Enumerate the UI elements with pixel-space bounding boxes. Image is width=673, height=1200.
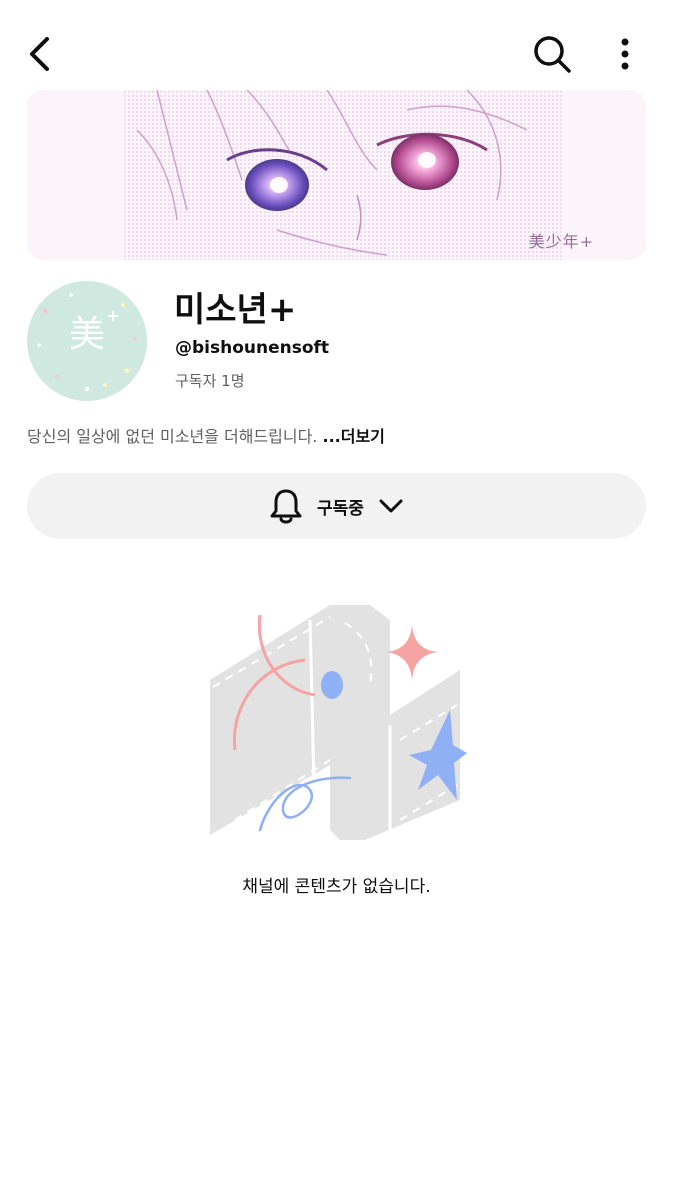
channel-banner: 美少年+ xyxy=(27,90,646,260)
more-vertical-icon xyxy=(621,38,629,70)
chevron-down-icon xyxy=(379,499,403,513)
channel-avatar[interactable]: 美 xyxy=(27,281,147,401)
more-options-button[interactable] xyxy=(603,30,647,78)
search-icon xyxy=(534,36,571,73)
bell-icon xyxy=(270,489,302,524)
description-text: 당신의 일상에 없던 미소년을 더해드립니다. xyxy=(27,427,318,446)
avatar-logo-char: 美 xyxy=(68,314,105,355)
top-app-bar xyxy=(0,0,673,90)
subscriber-count: 구독자 1명 xyxy=(175,372,245,390)
subscribe-button[interactable]: 구독중 xyxy=(27,473,646,539)
banner-logo: 美少年+ xyxy=(528,232,594,251)
empty-state-illustration xyxy=(210,605,467,840)
subscribe-label: 구독중 xyxy=(317,498,364,519)
more-link[interactable]: ...더보기 xyxy=(322,427,384,446)
search-button[interactable] xyxy=(528,30,576,78)
channel-handle: @bishounensoft xyxy=(175,338,330,358)
back-arrow-icon xyxy=(30,37,49,71)
empty-state-message: 채널에 콘텐츠가 없습니다. xyxy=(242,877,431,897)
back-button[interactable] xyxy=(18,30,62,78)
channel-title: 미소년+ xyxy=(174,290,297,330)
channel-description[interactable]: 당신의 일상에 없던 미소년을 더해드립니다. ...더보기 xyxy=(27,423,385,447)
